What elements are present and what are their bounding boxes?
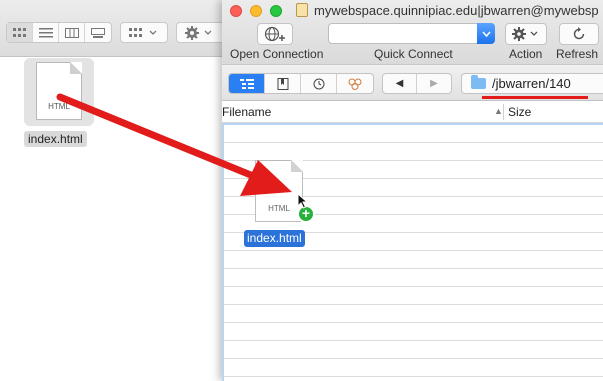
browser-mode-segment[interactable] (228, 73, 374, 94)
file-list-header: Filename ▲ Size (222, 101, 603, 123)
dragged-file-badge: HTML (268, 204, 290, 213)
document-proxy-icon (296, 3, 308, 17)
dragged-file-name: index.html (244, 230, 305, 247)
close-window-button[interactable] (230, 5, 242, 17)
refresh-icon (573, 27, 585, 40)
finder-file-icon[interactable]: HTML (24, 58, 94, 126)
back-forward-segment[interactable]: ◀ ▶ (382, 73, 452, 94)
window-title: mywebspace.quinnipiac.edu|jbwarren@myweb… (314, 3, 599, 18)
finder-window: HTML index.html (0, 0, 222, 381)
chevron-down-icon[interactable] (477, 23, 495, 44)
current-path: /jbwarren/140 (492, 76, 571, 91)
back-icon[interactable]: ◀ (383, 74, 418, 93)
gear-icon (512, 27, 538, 41)
quick-connect-combobox[interactable] (328, 23, 495, 44)
refresh-label: Refresh (556, 47, 599, 61)
quick-connect-label: Quick Connect (374, 47, 453, 61)
history-icon[interactable] (301, 74, 337, 93)
column-header-size[interactable]: Size (508, 105, 531, 119)
gallery-view-icon[interactable] (85, 23, 111, 42)
view-mode-segment[interactable] (6, 22, 112, 43)
list-view-icon[interactable] (33, 23, 59, 42)
path-annotation-underline (482, 96, 588, 99)
column-divider[interactable] (503, 104, 504, 120)
forward-icon[interactable]: ▶ (417, 74, 451, 93)
open-connection-label: Open Connection (230, 47, 324, 61)
bookmark-icon[interactable] (265, 74, 301, 93)
arrange-icon[interactable] (121, 23, 167, 42)
arrange-button[interactable] (120, 22, 168, 43)
column-view-icon[interactable] (59, 23, 85, 42)
html-document-icon: HTML (36, 62, 82, 120)
globe-plus-icon (264, 26, 285, 42)
finder-action-button[interactable] (176, 22, 222, 43)
action-button[interactable] (505, 23, 547, 45)
file-type-badge: HTML (48, 102, 70, 111)
open-connection-button[interactable] (257, 23, 293, 45)
bonjour-icon[interactable] (337, 74, 373, 93)
zoom-window-button[interactable] (270, 5, 282, 17)
column-header-filename[interactable]: Filename (222, 105, 271, 119)
mouse-pointer-icon (297, 193, 309, 209)
finder-file-name[interactable]: index.html (24, 131, 87, 147)
refresh-button[interactable] (559, 23, 599, 45)
sort-ascending-icon: ▲ (494, 106, 503, 116)
action-label: Action (509, 47, 543, 61)
folder-icon (471, 75, 486, 89)
list-icon[interactable] (229, 74, 265, 93)
window-toolbar: mywebspace.quinnipiac.edu|jbwarren@myweb… (222, 0, 603, 64)
path-popup[interactable]: /jbwarren/140 (461, 73, 603, 94)
gear-icon[interactable] (177, 23, 222, 42)
icon-view-icon[interactable] (7, 23, 33, 42)
minimize-window-button[interactable] (250, 5, 262, 17)
finder-toolbar (0, 0, 222, 57)
dragged-file-icon: HTML (255, 160, 303, 222)
